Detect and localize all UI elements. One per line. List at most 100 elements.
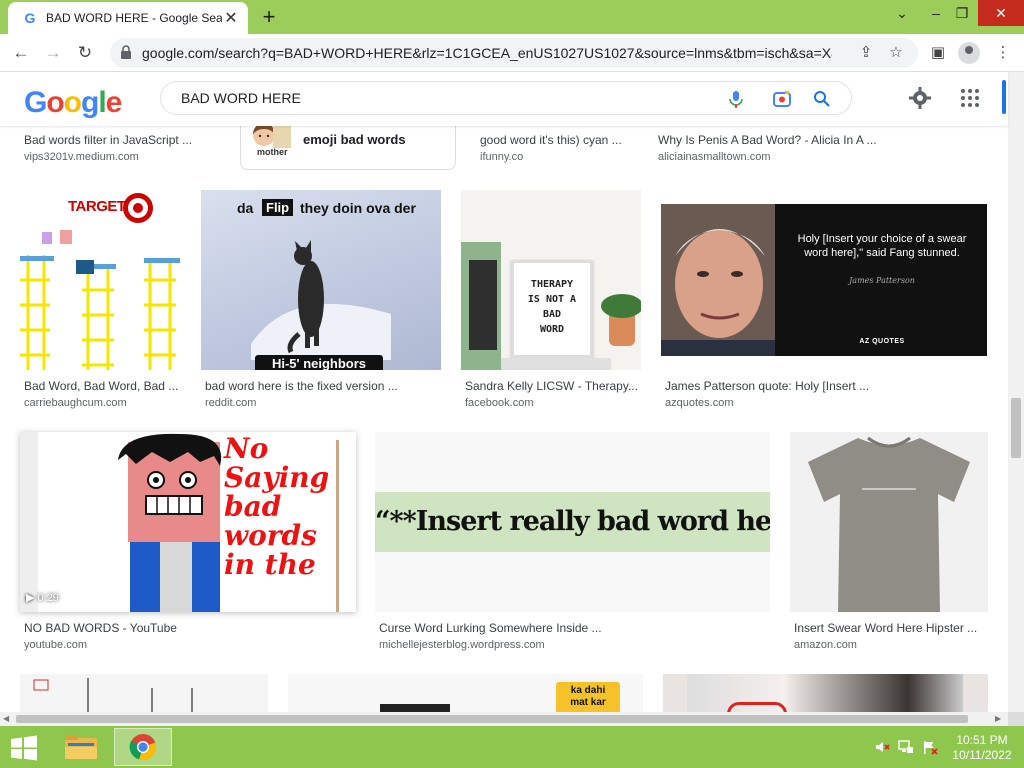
close-window-button[interactable]: ✕ (978, 0, 1024, 26)
result-title[interactable]: Insert Swear Word Here Hipster ... (794, 621, 988, 635)
result-title[interactable]: Why Is Penis A Bad Word? - Alicia In A .… (658, 133, 988, 147)
restore-button[interactable]: ❐ (944, 0, 980, 26)
result-thumbnail[interactable] (663, 674, 988, 714)
cat-photo (251, 240, 391, 360)
network-icon[interactable] (898, 739, 914, 755)
address-bar[interactable]: ⇪ ☆ (110, 38, 918, 68)
share-icon[interactable]: ⇪ (852, 38, 880, 68)
folder-icon (65, 735, 97, 759)
browser-tab[interactable]: G BAD WORD HERE - Google Search ✕ (8, 2, 248, 34)
result-card[interactable]: Bad words filter in JavaScript ... vips3… (24, 126, 224, 166)
result-thumbnail[interactable]: da Flip they doin ova der Hi-5' neighbor… (201, 190, 441, 370)
settings-gear-icon[interactable] (908, 86, 932, 110)
quote-text: Holy [Insert your choice of a swear word… (797, 233, 967, 259)
url-field[interactable] (142, 38, 832, 68)
result-site[interactable]: carriebaughcum.com (24, 397, 127, 409)
result-site[interactable]: azquotes.com (665, 397, 733, 409)
author-portrait (661, 204, 775, 356)
result-card[interactable]: Holy [Insert your choice of a swear word… (661, 190, 988, 410)
emoji-extra (273, 126, 291, 148)
result-title[interactable]: Curse Word Lurking Somewhere Inside ... (379, 621, 770, 635)
result-thumbnail[interactable]: ka dahi mat kar (288, 674, 643, 714)
result-title[interactable]: NO BAD WORDS - YouTube (24, 621, 356, 635)
result-thumbnail[interactable]: No Saying bad words in the ▶ 0:29 (20, 432, 356, 612)
system-clock[interactable]: 10:51 PM 10/11/2022 (946, 733, 1018, 763)
result-card[interactable]: No Saying bad words in the ▶ 0:29 NO BAD WOR… (20, 432, 356, 654)
chrome-icon (129, 734, 157, 761)
file-explorer-button[interactable] (54, 728, 112, 766)
volume-muted-icon[interactable] (874, 739, 890, 755)
back-button[interactable]: ← (8, 40, 34, 66)
chip-thumb-caption: mother (257, 147, 288, 157)
result-title[interactable]: James Patterson quote: Holy [Insert ... (665, 379, 985, 393)
tab-close-icon[interactable]: ✕ (222, 8, 240, 28)
result-thumbnail[interactable] (790, 432, 988, 612)
bookmark-star-icon[interactable]: ☆ (882, 38, 910, 68)
side-panel-icon[interactable]: ▣ (925, 40, 951, 66)
clock-time: 10:51 PM (956, 733, 1008, 747)
result-card[interactable] (663, 674, 988, 714)
plant-leaves (601, 294, 641, 318)
windows-start-icon[interactable] (10, 735, 38, 761)
result-site[interactable]: michellejesterblog.wordpress.com (379, 639, 545, 651)
result-thumbnail[interactable] (20, 674, 268, 714)
search-box[interactable] (160, 81, 852, 115)
reload-button[interactable]: ↻ (72, 40, 98, 66)
apps-grid-icon[interactable] (958, 86, 982, 110)
chrome-taskbar-button[interactable] (114, 728, 172, 766)
scroll-left-arrow-icon[interactable]: ◀ (3, 714, 9, 723)
result-card[interactable]: Insert Swear Word Here Hipster ... amazo… (790, 432, 988, 654)
search-icon[interactable] (811, 88, 833, 110)
duration-value: 0:29 (37, 592, 59, 604)
new-tab-button[interactable]: + (256, 5, 282, 29)
chip-bold: bad words (340, 132, 406, 147)
result-card[interactable] (20, 674, 268, 714)
handwritten-line: bad (224, 490, 282, 523)
profile-avatar-icon[interactable] (958, 42, 980, 64)
result-site[interactable]: aliciainasmalltown.com (658, 151, 771, 163)
result-card[interactable]: TARGET Bad Word, Bad Word, Bad ... carri… (20, 190, 182, 410)
handwritten-line: No (224, 432, 269, 465)
image-results: Bad words filter in JavaScript ... vips3… (0, 126, 1008, 714)
search-input[interactable] (181, 82, 721, 114)
result-thumbnail[interactable]: THERAPY IS NOT A BAD WORD (461, 190, 641, 370)
result-title[interactable]: Sandra Kelly LICSW - Therapy... (465, 379, 641, 393)
result-site[interactable]: youtube.com (24, 639, 87, 651)
horizontal-scroll-thumb[interactable] (16, 715, 968, 723)
camera-lens-icon[interactable] (771, 88, 793, 110)
microphone-icon[interactable] (725, 88, 747, 110)
result-site[interactable]: amazon.com (794, 639, 857, 651)
quote-panel: Holy [Insert your choice of a swear word… (661, 204, 987, 356)
result-thumbnail[interactable]: “**Insert really bad word here**” (375, 432, 770, 612)
tab-search-chevron-icon[interactable]: ⌄ (884, 0, 920, 26)
result-title[interactable]: Bad words filter in JavaScript ... (24, 133, 224, 147)
forward-button[interactable]: → (40, 40, 66, 66)
google-doodle-logo[interactable]: Google (24, 86, 122, 120)
thumb-text: da (237, 200, 254, 216)
menu-kebab-icon[interactable]: ⋮ (990, 40, 1016, 66)
result-site[interactable]: reddit.com (205, 397, 256, 409)
vertical-scrollbar[interactable] (1008, 72, 1024, 714)
result-card[interactable]: “**Insert really bad word here**” Curse … (375, 432, 770, 654)
result-card[interactable]: ka dahi mat kar (288, 674, 643, 714)
result-site[interactable]: ifunny.co (480, 151, 523, 163)
result-thumbnail[interactable]: TARGET (20, 190, 182, 370)
result-site[interactable]: facebook.com (465, 397, 533, 409)
horizontal-scrollbar[interactable]: ◀ ▶ (0, 712, 1008, 726)
action-center-flag-icon[interactable] (922, 739, 938, 755)
result-card[interactable]: good word it's this) cyan ... ifunny.co (480, 126, 640, 166)
result-title[interactable]: Bad Word, Bad Word, Bad ... (24, 379, 182, 393)
related-search-chip[interactable]: mother emoji bad words (240, 126, 456, 170)
result-card[interactable]: THERAPY IS NOT A BAD WORD Sandra Kelly LICS… (461, 190, 641, 410)
result-site[interactable]: vips3201v.medium.com (24, 151, 139, 163)
result-card[interactable]: da Flip they doin ova der Hi-5' neighbor… (201, 190, 441, 410)
scroll-right-arrow-icon[interactable]: ▶ (995, 714, 1001, 723)
result-card[interactable]: Why Is Penis A Bad Word? - Alicia In A .… (658, 126, 988, 166)
vertical-scroll-thumb[interactable] (1011, 398, 1021, 458)
flip-label: Flip (262, 199, 294, 216)
title-bar: G BAD WORD HERE - Google Search ✕ + ⌄ – … (0, 0, 1024, 34)
result-title[interactable]: bad word here is the fixed version ... (205, 379, 441, 393)
quote-banner: “**Insert really bad word here**” (375, 492, 770, 552)
result-thumbnail[interactable]: Holy [Insert your choice of a swear word… (661, 190, 988, 370)
result-title[interactable]: good word it's this) cyan ... (480, 133, 640, 147)
